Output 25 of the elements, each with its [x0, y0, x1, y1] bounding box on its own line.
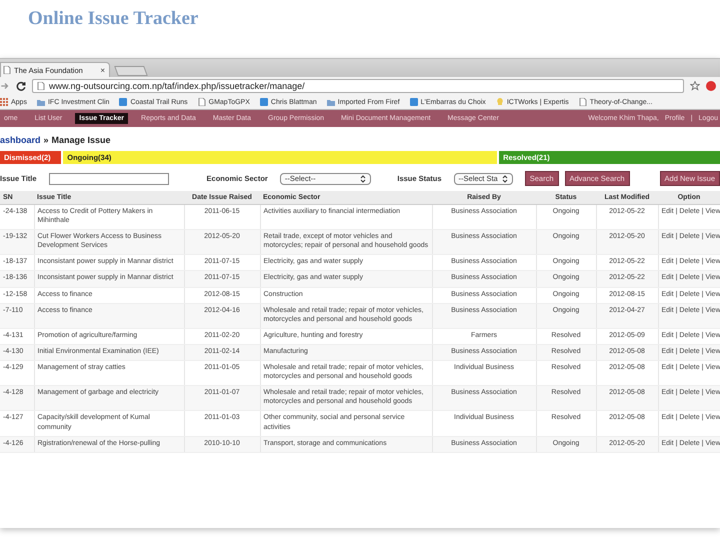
forward-arrow-icon	[0, 81, 10, 91]
folder-icon	[36, 98, 45, 106]
lightbulb-icon	[496, 98, 504, 106]
select-arrows-icon	[502, 174, 508, 182]
address-bar[interactable]: www.ng-outsourcing.com.np/taf/index.php/issuetracker/manage/	[32, 79, 684, 93]
breadcrumb-link[interactable]: ashboard	[0, 135, 41, 145]
breadcrumb-separator: »	[44, 135, 49, 145]
star-icon	[690, 81, 700, 91]
slide-title: Online Issue Tracker	[27, 7, 200, 31]
folder-icon	[326, 98, 335, 106]
page-icon	[578, 98, 587, 106]
site-icon	[410, 98, 418, 106]
apps-grid-icon	[0, 98, 8, 106]
select-arrows-icon	[360, 174, 366, 182]
site-icon	[260, 98, 268, 106]
page-icon	[37, 82, 45, 90]
tab-close[interactable]: ×	[100, 66, 105, 74]
new-tab-button[interactable]	[114, 66, 148, 76]
extension-icon	[706, 81, 716, 91]
page-icon	[3, 66, 11, 74]
page-heading: Manage Issue	[52, 135, 111, 145]
site-icon	[119, 98, 128, 106]
page-icon	[198, 98, 206, 106]
issue-title-field[interactable]	[48, 172, 169, 184]
reload-icon	[16, 81, 26, 91]
